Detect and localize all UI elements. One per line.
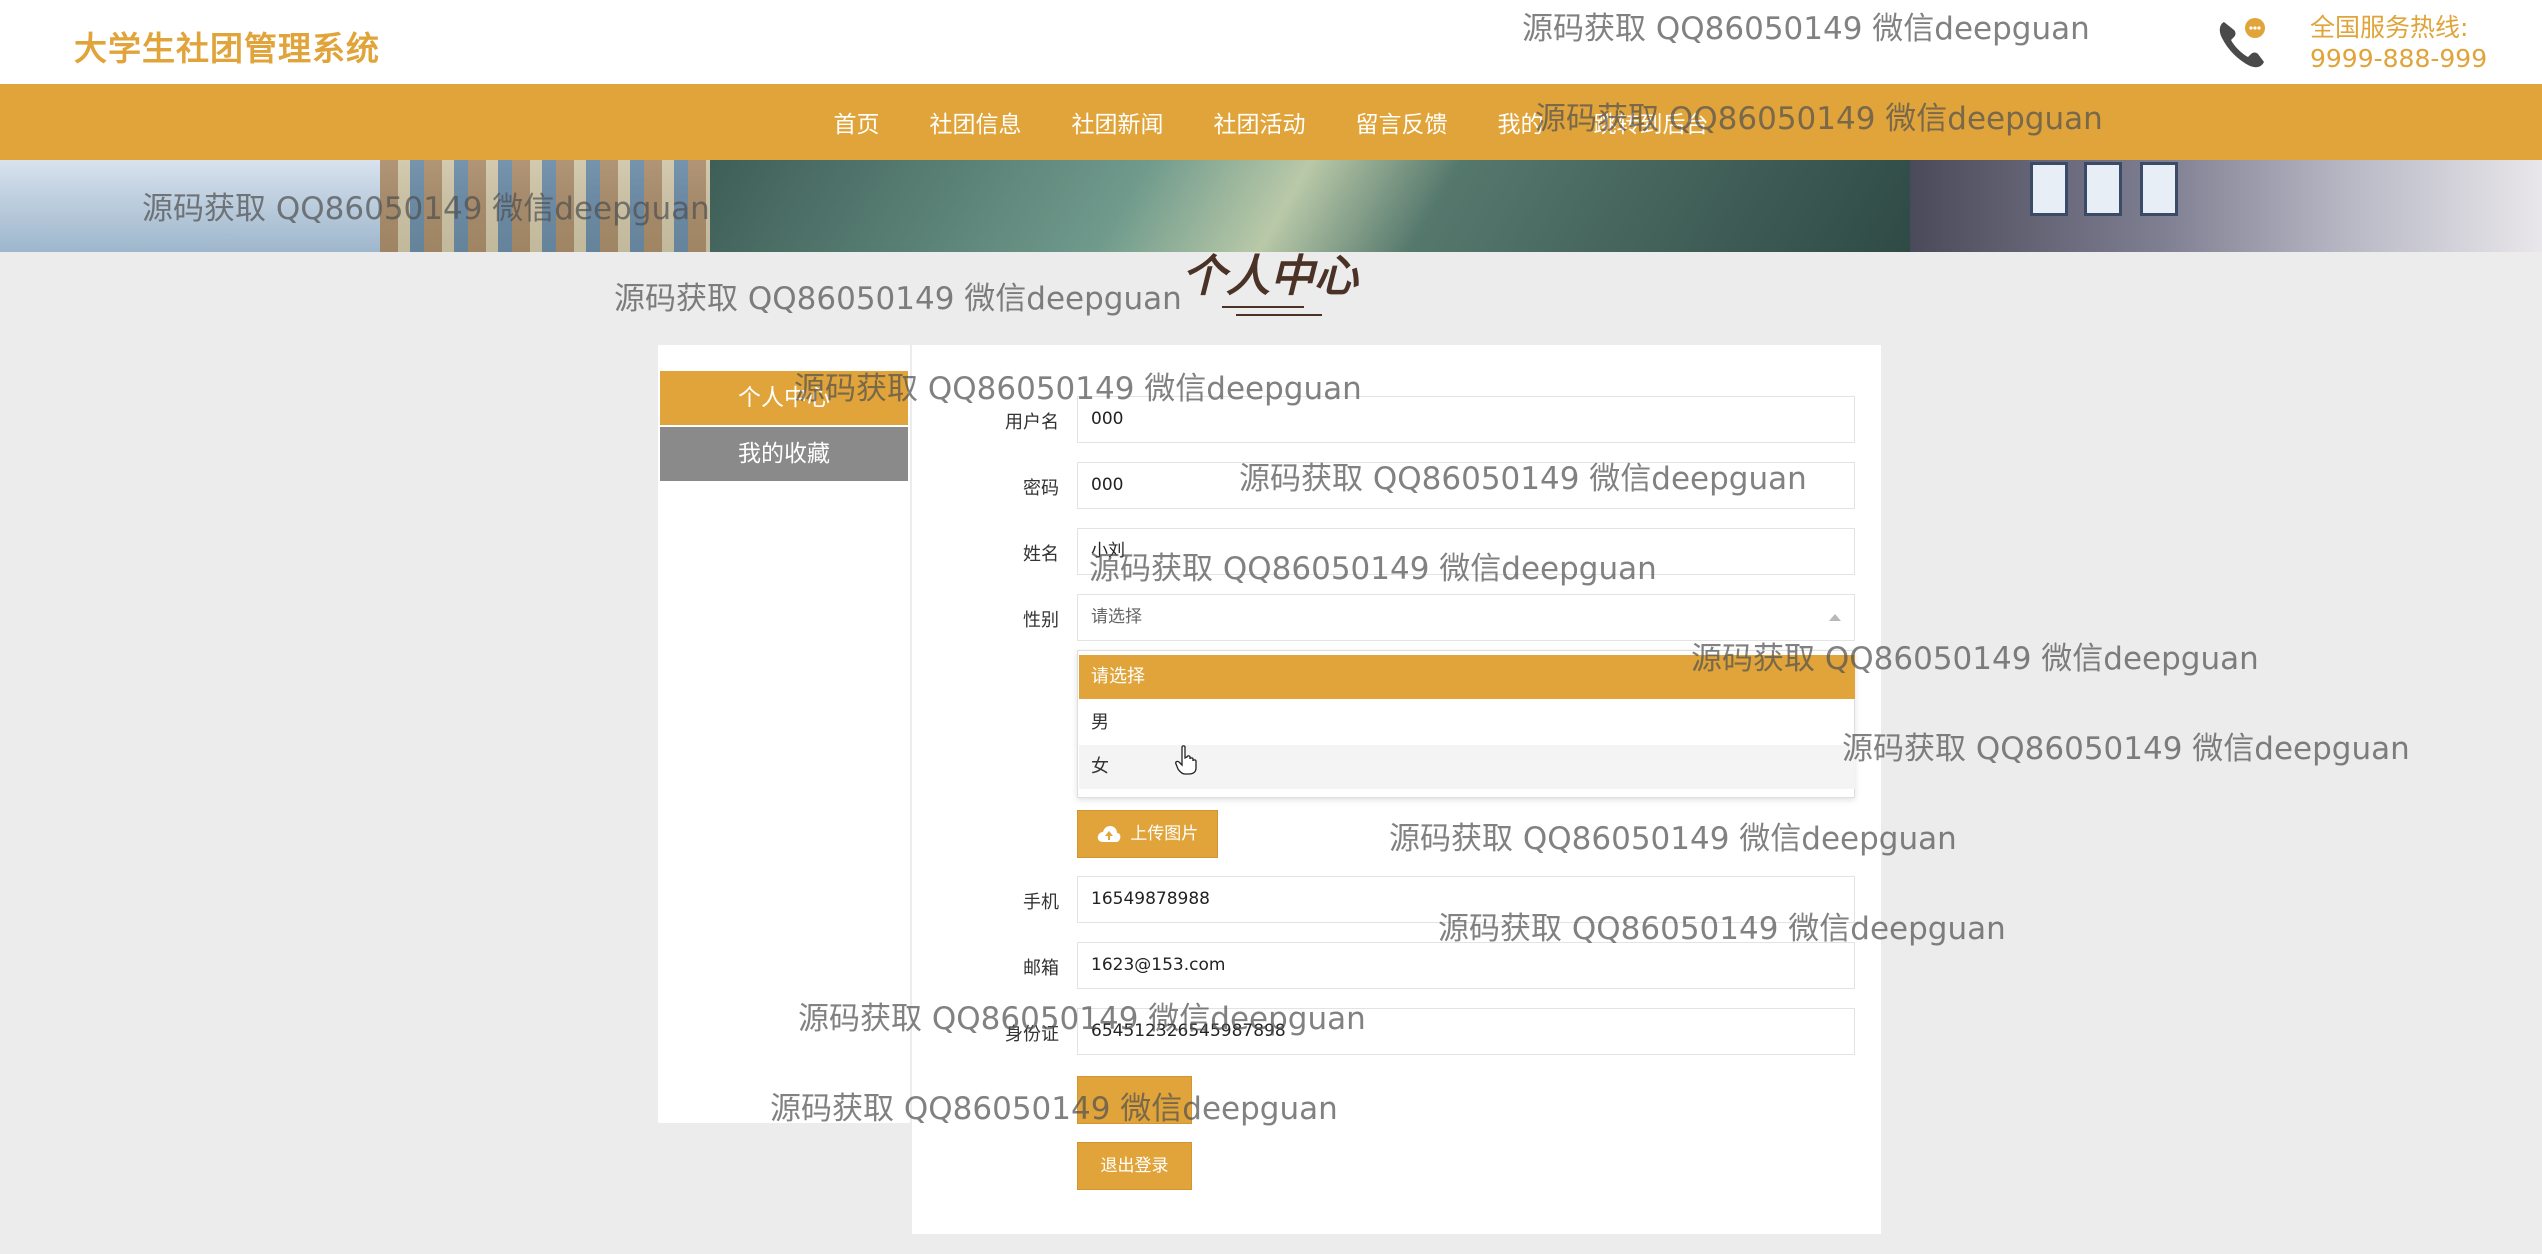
logout-button[interactable]: 退出登录 xyxy=(1077,1142,1192,1190)
watermark: 源码获取 QQ86050149 微信deepguan xyxy=(614,281,1182,317)
watermark: 源码获取 QQ86050149 微信deepguan xyxy=(1438,911,2006,947)
top-header: 大学生社团管理系统 全国服务热线: 9999-888-999 xyxy=(0,0,2542,84)
site-brand[interactable]: 大学生社团管理系统 xyxy=(74,22,380,70)
phone-label: 手机 xyxy=(1023,892,1059,913)
gender-label: 性别 xyxy=(1023,610,1059,631)
email-label: 邮箱 xyxy=(1023,958,1059,979)
upload-image-button[interactable]: 上传图片 xyxy=(1077,810,1218,858)
hand-cursor-icon xyxy=(1175,745,1197,775)
side-item-favorites[interactable]: 我的收藏 xyxy=(660,427,908,481)
gender-select-value: 请选择 xyxy=(1091,607,1142,627)
watermark: 源码获取 QQ86050149 微信deepguan xyxy=(798,1001,1366,1037)
gender-option-male[interactable]: 男 xyxy=(1079,701,1855,745)
hotline-label: 全国服务热线: xyxy=(2310,13,2469,42)
main-nav: 首页 社团信息 社团新闻 社团活动 留言反馈 我的 跳转到后台 xyxy=(0,84,2542,160)
hotline-number: 9999-888-999 xyxy=(2310,44,2488,73)
watermark: 源码获取 QQ86050149 微信deepguan xyxy=(1535,101,2103,137)
cloud-upload-icon xyxy=(1097,826,1121,842)
caret-up-icon xyxy=(1829,614,1841,621)
nav-club-activities[interactable]: 社团活动 xyxy=(1189,105,1331,139)
upload-image-label: 上传图片 xyxy=(1130,824,1199,844)
title-underline xyxy=(1222,306,1304,308)
watermark: 源码获取 QQ86050149 微信deepguan xyxy=(142,191,710,227)
watermark: 源码获取 QQ86050149 微信deepguan xyxy=(1239,461,1807,497)
title-underline-2 xyxy=(1236,314,1322,316)
watermark: 源码获取 QQ86050149 微信deepguan xyxy=(794,371,1362,407)
phone-chat-icon xyxy=(2219,18,2265,68)
hotline: 全国服务热线: 9999-888-999 xyxy=(2310,12,2487,74)
watermark: 源码获取 QQ86050149 微信deepguan xyxy=(1842,731,2410,767)
password-label: 密码 xyxy=(1023,478,1059,499)
nav-home[interactable]: 首页 xyxy=(809,105,905,139)
watermark: 源码获取 QQ86050149 微信deepguan xyxy=(1089,551,1657,587)
email-field[interactable]: 1623@153.com xyxy=(1077,942,1855,989)
nav-feedback[interactable]: 留言反馈 xyxy=(1331,105,1473,139)
watermark: 源码获取 QQ86050149 微信deepguan xyxy=(1522,11,2090,47)
watermark: 源码获取 QQ86050149 微信deepguan xyxy=(1691,641,2259,677)
nav-club-info[interactable]: 社团信息 xyxy=(905,105,1047,139)
watermark: 源码获取 QQ86050149 微信deepguan xyxy=(770,1091,1338,1127)
username-label: 用户名 xyxy=(1005,412,1059,433)
watermark: 源码获取 QQ86050149 微信deepguan xyxy=(1389,821,1957,857)
nav-club-news[interactable]: 社团新闻 xyxy=(1047,105,1189,139)
name-label: 姓名 xyxy=(1023,544,1059,565)
